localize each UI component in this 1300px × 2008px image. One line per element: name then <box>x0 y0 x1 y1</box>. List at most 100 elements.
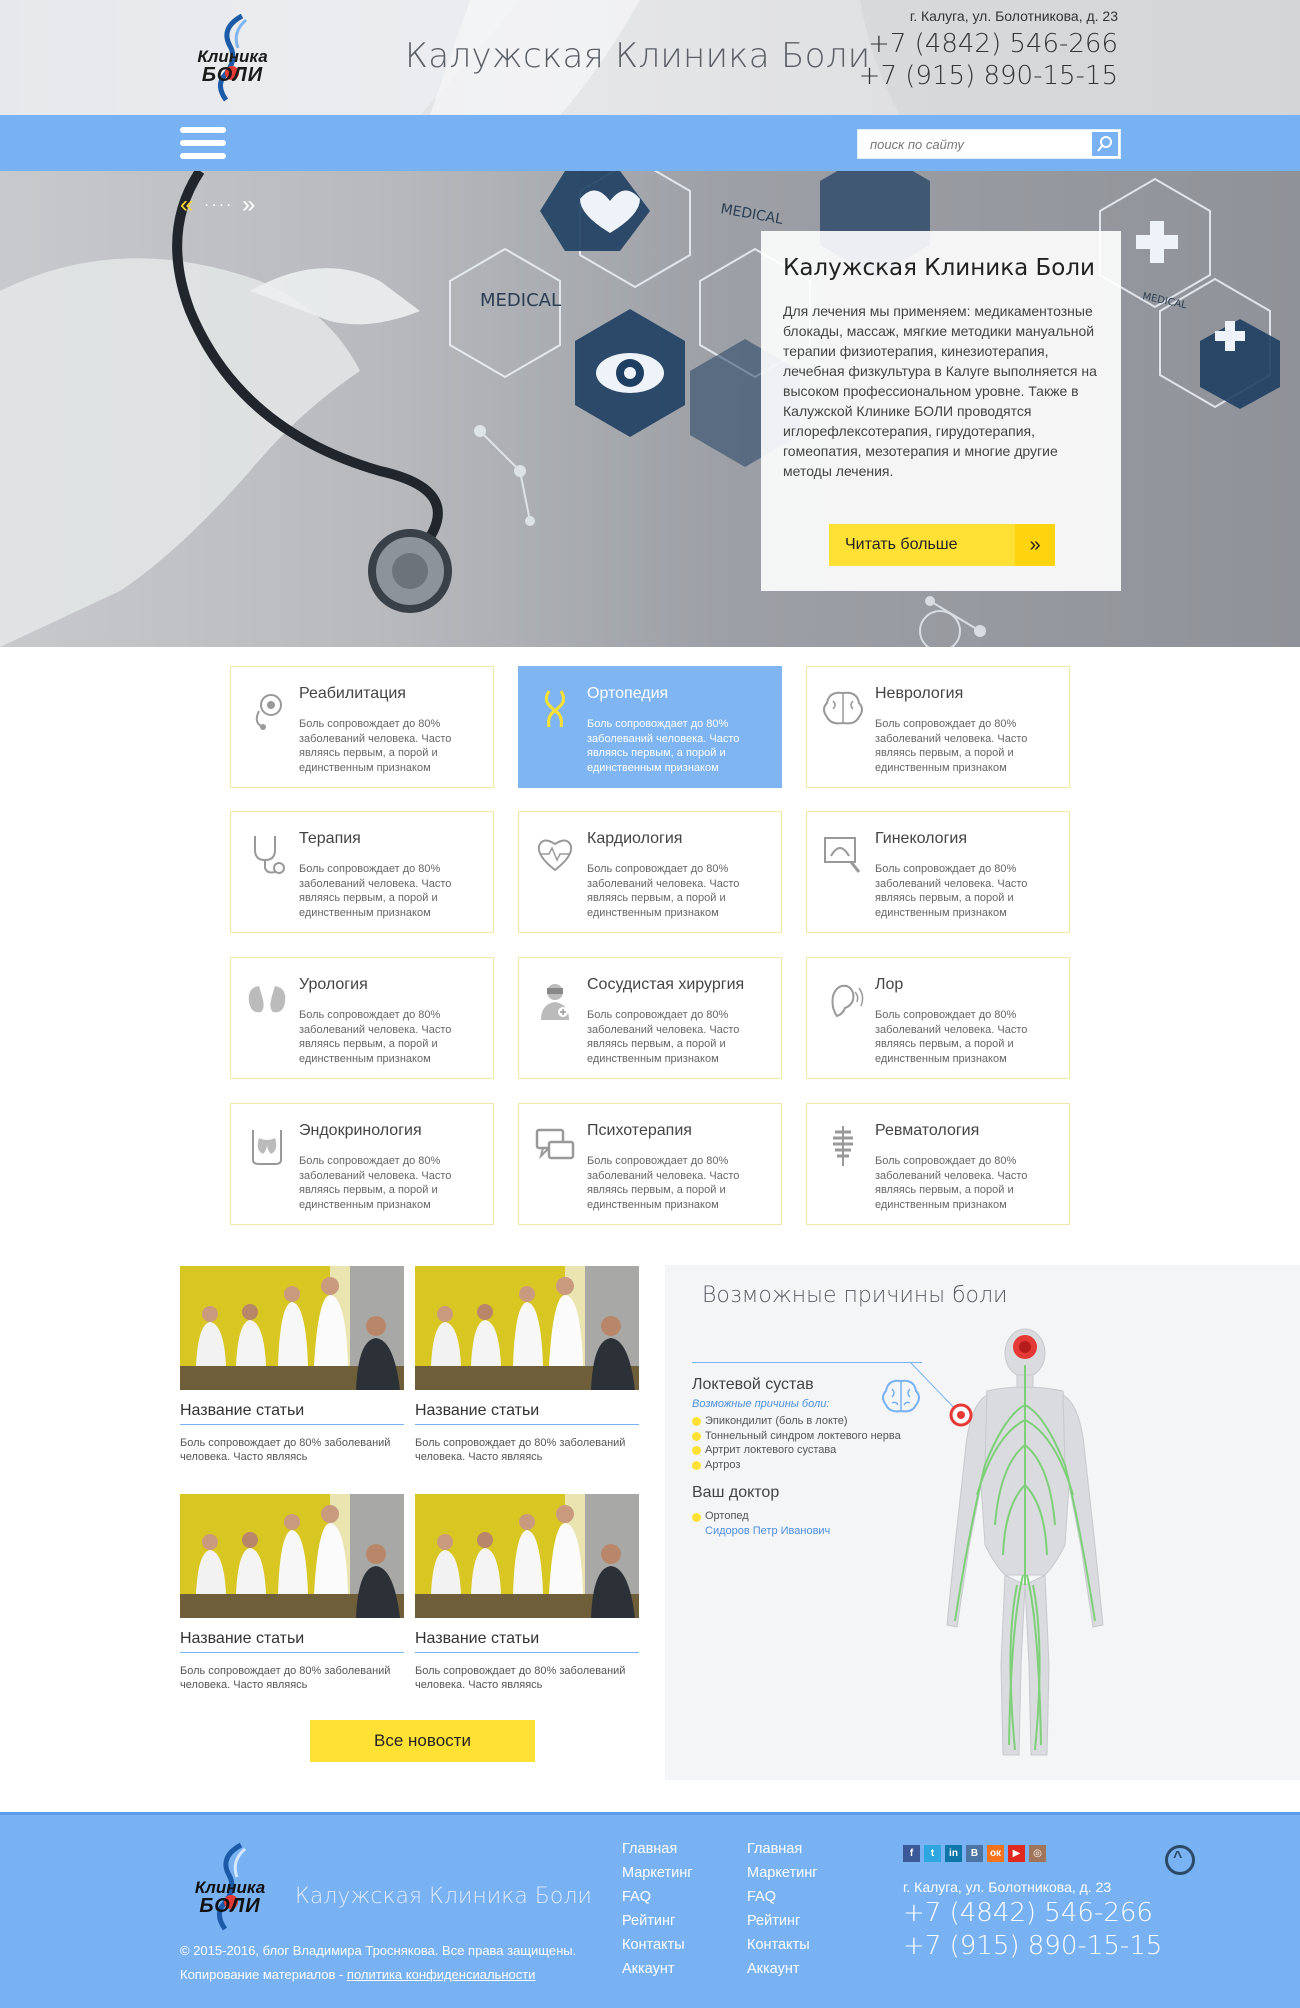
article-title[interactable]: Название статьи <box>180 1402 304 1420</box>
slider-dots[interactable]: ···· <box>204 197 233 214</box>
causes-label: Возможные причины боли: <box>692 1398 830 1410</box>
footer-phone-1[interactable]: +7 (4842) 546-266 <box>903 1897 1162 1930</box>
news-article[interactable]: Название статьи Боль сопровождает до 80% … <box>415 1266 639 1476</box>
body-nerves-figure <box>946 1328 1104 1756</box>
footer-menu-item[interactable]: Маркетинг <box>622 1861 693 1885</box>
cause-text: Эпикондилит (боль в локте) <box>705 1415 848 1427</box>
all-news-button[interactable]: Все новости <box>310 1720 535 1762</box>
search-input[interactable] <box>858 130 1090 158</box>
read-more-label: Читать больше <box>845 536 958 553</box>
footer-menu-item[interactable]: Главная <box>747 1837 818 1861</box>
kidney-icon <box>248 986 286 1013</box>
service-card[interactable]: Реабилитация Боль сопровождает до 80% заб… <box>230 666 494 788</box>
article-photo-image <box>180 1494 404 1618</box>
service-desc: Боль сопровождает до 80% заболеваний чел… <box>299 1155 452 1211</box>
article-photo[interactable] <box>180 1494 404 1618</box>
article-desc: Боль сопровождает до 80% заболеваний чел… <box>415 1437 626 1463</box>
service-desc: Боль сопровождает до 80% заболеваний чел… <box>587 1155 740 1211</box>
twitter-icon[interactable]: t <box>924 1845 941 1862</box>
article-title[interactable]: Название статьи <box>415 1630 539 1648</box>
page: Клиника БОЛИ Калужская Клиника Боли г. К… <box>0 0 1300 2008</box>
footer-menu-item[interactable]: Маркетинг <box>747 1861 818 1885</box>
footer-menu-item[interactable]: FAQ <box>622 1885 693 1909</box>
linkedin-icon[interactable]: in <box>945 1845 962 1862</box>
footer-menu-item[interactable]: Контакты <box>747 1933 818 1957</box>
footer-menu-item[interactable]: Аккаунт <box>747 1957 818 1981</box>
surgeon-icon <box>541 984 569 1020</box>
service-card[interactable]: Ревматология Боль сопровождает до 80% заб… <box>806 1103 1070 1225</box>
doctor-name-link[interactable]: Сидоров Петр Иванович <box>705 1525 830 1537</box>
service-card[interactable]: Эндокринология Боль сопровождает до 80% з… <box>230 1103 494 1225</box>
privacy-policy-link[interactable]: политика конфиденсиальности <box>347 1967 536 1982</box>
service-title: Кардиология <box>587 830 683 847</box>
header-phone-2[interactable]: +7 (915) 890-15-15 <box>859 60 1118 92</box>
footer-menu-item[interactable]: Аккаунт <box>622 1957 693 1981</box>
footer-menu-item[interactable]: Контакты <box>622 1933 693 1957</box>
footer-menu-item[interactable]: FAQ <box>747 1885 818 1909</box>
service-title: Психотерапия <box>587 1122 692 1139</box>
read-more-button[interactable]: Читать больше » <box>829 524 1055 566</box>
doctor-specialty: Ортопед <box>692 1510 749 1522</box>
clinic-logo[interactable]: Клиника БОЛИ <box>180 10 285 105</box>
scroll-up-button[interactable]: ^ <box>1165 1845 1195 1875</box>
double-chevron-right-icon: » <box>1015 524 1055 566</box>
article-desc: Боль сопровождает до 80% заболеваний чел… <box>180 1437 391 1463</box>
service-card[interactable]: Гинекология Боль сопровождает до 80% забо… <box>806 811 1070 933</box>
bullet-dot <box>692 1417 701 1426</box>
article-desc: Боль сопровождает до 80% заболеваний чел… <box>415 1665 626 1691</box>
instagram-icon[interactable]: ◎ <box>1029 1845 1046 1862</box>
article-title[interactable]: Название статьи <box>415 1402 539 1420</box>
youtube-icon[interactable]: ▶ <box>1008 1845 1025 1862</box>
service-card[interactable]: Урология Боль сопровождает до 80% заболев… <box>230 957 494 1079</box>
search-button[interactable] <box>1092 132 1118 156</box>
slider-next-button[interactable]: » <box>242 191 257 218</box>
cause-text: Артрит локтевого сустава <box>705 1444 837 1456</box>
service-desc: Боль сопровождает до 80% заболеваний чел… <box>299 863 452 919</box>
footer-logo-text: Клиника БОЛИ <box>175 1879 285 1917</box>
service-card[interactable]: Неврология Боль сопровождает до 80% забол… <box>806 666 1070 788</box>
hero-slider: MEDICAL MEDICAL MEDICAL « ···· » Калужск… <box>0 171 1300 647</box>
footer-logo-line-2: БОЛИ <box>199 1895 261 1917</box>
header-phone-1[interactable]: +7 (4842) 546-266 <box>859 28 1118 60</box>
footer-logo[interactable]: Клиника БОЛИ <box>175 1839 285 1934</box>
ultrasound-icon <box>824 837 861 873</box>
social-icons: f t in Вок ▶ ◎ <box>903 1843 1050 1862</box>
article-divider <box>180 1652 404 1653</box>
footer-phone-2[interactable]: +7 (915) 890-15-15 <box>903 1930 1162 1963</box>
footer-menu-item[interactable]: Рейтинг <box>747 1909 818 1933</box>
service-title: Эндокринология <box>299 1122 422 1139</box>
vk-icon[interactable]: В <box>966 1845 983 1862</box>
article-title[interactable]: Название статьи <box>180 1630 304 1648</box>
footer-menu-item[interactable]: Главная <box>622 1837 693 1861</box>
footer-menu-2: Главная Маркетинг FAQ Рейтинг Контакты Аккаун… <box>747 1837 818 1981</box>
doctor-specialty-label: Ортопед <box>705 1510 749 1522</box>
service-card[interactable]: Сосудистая хирургия Боль сопровождает до … <box>518 957 782 1079</box>
service-title: Терапия <box>299 830 361 847</box>
service-desc: Боль сопровождает до 80% заболеваний чел… <box>587 1009 740 1065</box>
article-photo[interactable] <box>415 1266 639 1390</box>
facebook-icon[interactable]: f <box>903 1845 920 1862</box>
service-desc: Боль сопровождает до 80% заболеваний чел… <box>299 718 452 774</box>
service-desc: Боль сопровождает до 80% заболеваний чел… <box>875 1009 1028 1065</box>
copyright-text: © 2015-2016, блог Владимира Троснякова. … <box>180 1943 577 1958</box>
article-photo[interactable] <box>415 1494 639 1618</box>
service-card[interactable]: Лор Боль сопровождает до 80% заболеваний … <box>806 957 1070 1079</box>
doctor-heading: Ваш доктор <box>692 1484 780 1501</box>
news-article[interactable]: Название статьи Боль сопровождает до 80% … <box>180 1494 404 1704</box>
article-photo-image <box>180 1266 404 1390</box>
footer-menu-item[interactable]: Рейтинг <box>622 1909 693 1933</box>
service-card[interactable]: Ортопедия Боль сопровождает до 80% заболе… <box>518 666 782 788</box>
service-card[interactable]: Кардиология Боль сопровождает до 80% забо… <box>518 811 782 933</box>
odnoklassniki-icon[interactable]: ок <box>987 1845 1004 1862</box>
copyright: © 2015-2016, блог Владимира Троснякова. … <box>180 1939 576 1987</box>
service-card[interactable]: Психотерапия Боль сопровождает до 80% заб… <box>518 1103 782 1225</box>
service-card[interactable]: Терапия Боль сопровождает до 80% заболева… <box>230 811 494 933</box>
news-article[interactable]: Название статьи Боль сопровождает до 80% … <box>415 1494 639 1704</box>
joint-icon <box>544 690 566 728</box>
hamburger-icon[interactable] <box>180 127 226 159</box>
slider-prev-button[interactable]: « <box>180 191 195 218</box>
footer-menu-1: Главная Маркетинг FAQ Рейтинг Контакты Аккаун… <box>622 1837 693 1981</box>
article-photo[interactable] <box>180 1266 404 1390</box>
news-article[interactable]: Название статьи Боль сопровождает до 80% … <box>180 1266 404 1476</box>
cause-item: Артрит локтевого сустава <box>692 1443 901 1458</box>
